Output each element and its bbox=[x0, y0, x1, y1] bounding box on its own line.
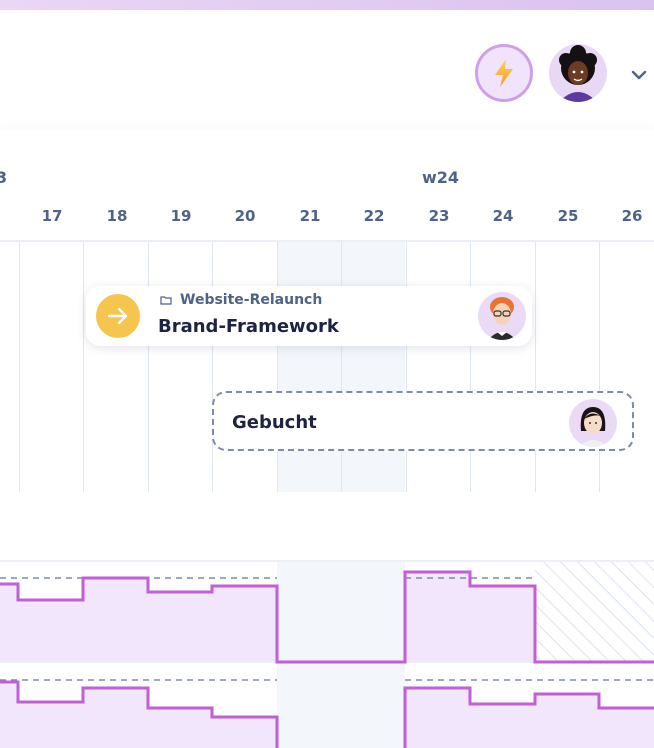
quick-action-button[interactable] bbox=[475, 44, 533, 102]
chevron-down-icon bbox=[631, 70, 647, 80]
day-gridline bbox=[470, 242, 471, 492]
capacity-area bbox=[0, 682, 277, 748]
day-gridline bbox=[83, 242, 84, 492]
unavailable-hatch bbox=[535, 562, 654, 662]
day-gridline bbox=[599, 242, 600, 492]
capacity-chart bbox=[0, 562, 654, 748]
week-label: w24 bbox=[422, 168, 460, 187]
day-gridline bbox=[19, 242, 20, 492]
avatar-woman-dark-hair bbox=[579, 407, 607, 447]
day-label: 20 bbox=[234, 207, 256, 225]
day-label: 19 bbox=[170, 207, 192, 225]
day-label: 23 bbox=[428, 207, 450, 225]
avatar-woman-curly-hair bbox=[559, 45, 597, 102]
account-menu-toggle[interactable] bbox=[628, 64, 650, 86]
lightning-bolt-icon bbox=[495, 59, 513, 87]
top-gradient-strip bbox=[0, 0, 654, 10]
task-project-name: Website-Relaunch bbox=[180, 292, 323, 308]
capacity-panel bbox=[0, 562, 654, 748]
avatar-man-red-hair bbox=[488, 297, 516, 340]
day-label: 24 bbox=[492, 207, 514, 225]
task-project: Website-Relaunch bbox=[160, 292, 322, 308]
day-gridline bbox=[277, 242, 278, 492]
weekend-shade bbox=[277, 562, 405, 748]
task-open-button[interactable] bbox=[96, 294, 140, 338]
day-gridline bbox=[148, 242, 149, 492]
task-card[interactable]: Website-Relaunch Brand-Framework bbox=[86, 286, 532, 346]
day-gridline bbox=[341, 242, 342, 492]
day-label: 25 bbox=[557, 207, 579, 225]
day-label: 18 bbox=[106, 207, 128, 225]
task-title: Brand-Framework bbox=[158, 316, 339, 337]
day-gridline bbox=[535, 242, 536, 492]
arrow-right-icon bbox=[107, 307, 128, 325]
user-avatar[interactable] bbox=[549, 44, 607, 102]
day-label: 22 bbox=[363, 207, 385, 225]
capacity-area bbox=[405, 688, 654, 748]
folder-icon bbox=[160, 296, 172, 305]
day-label: 26 bbox=[621, 207, 643, 225]
booking-label: Gebucht bbox=[232, 412, 317, 433]
day-label: 21 bbox=[299, 207, 321, 225]
day-label: 17 bbox=[41, 207, 63, 225]
day-gridline bbox=[212, 242, 213, 492]
booking-card[interactable]: Gebucht bbox=[212, 391, 634, 451]
capacity-area bbox=[0, 578, 277, 662]
booking-assignee-avatar[interactable] bbox=[569, 399, 617, 447]
day-gridline bbox=[406, 242, 407, 492]
week-label: 3 bbox=[0, 168, 8, 187]
task-assignee-avatar[interactable] bbox=[478, 292, 526, 340]
